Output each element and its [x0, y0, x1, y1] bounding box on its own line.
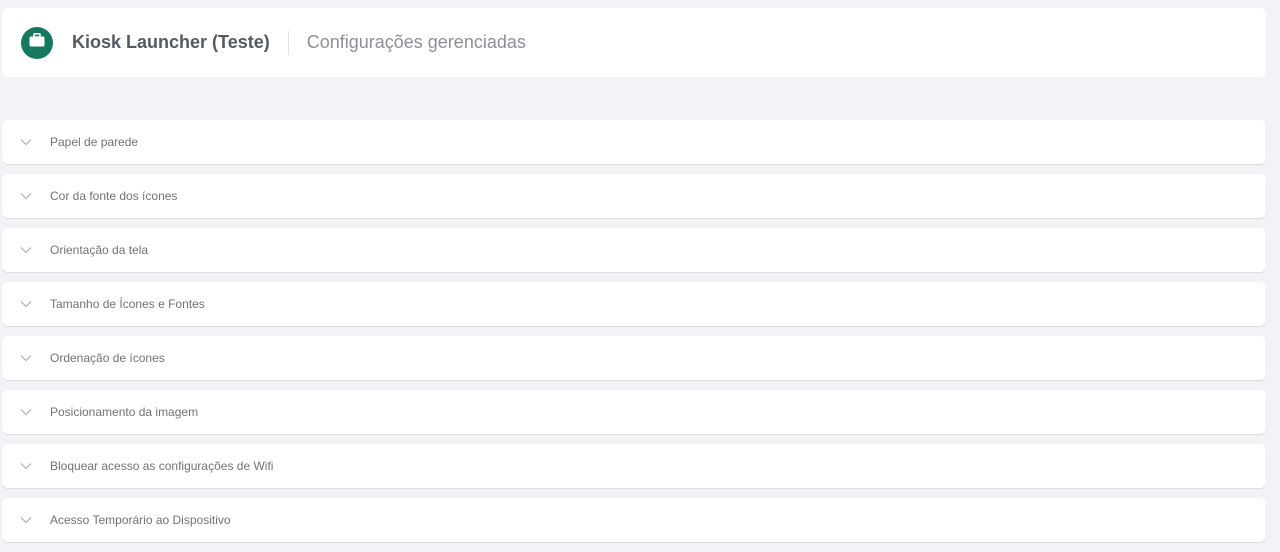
- chevron-down-icon: [19, 513, 33, 527]
- chevron-down-icon: [19, 405, 33, 419]
- accordion-item-ordenacao-icones[interactable]: Ordenação de ícones: [2, 336, 1266, 380]
- accordion-item-label: Papel de parede: [50, 135, 139, 149]
- accordion-item-label: Cor da fonte dos ícones: [50, 189, 178, 203]
- page-header: Kiosk Launcher (Teste) Configurações ger…: [2, 8, 1266, 77]
- accordion-item-orientacao-da-tela[interactable]: Orientação da tela: [2, 228, 1266, 272]
- briefcase-icon: [29, 33, 45, 52]
- chevron-down-icon: [19, 351, 33, 365]
- page-subtitle: Configurações gerenciadas: [306, 32, 526, 52]
- settings-accordion: Papel de parede Cor da fonte dos ícones …: [2, 120, 1266, 552]
- accordion-item-posicionamento-imagem[interactable]: Posicionamento da imagem: [2, 390, 1266, 434]
- app-title: Kiosk Launcher (Teste): [72, 32, 270, 52]
- chevron-down-icon: [19, 459, 33, 473]
- accordion-item-bloquear-wifi[interactable]: Bloquear acesso as configurações de Wifi: [2, 444, 1266, 488]
- accordion-item-papel-de-parede[interactable]: Papel de parede: [2, 120, 1266, 164]
- chevron-down-icon: [19, 135, 33, 149]
- accordion-item-label: Bloquear acesso as configurações de Wifi: [50, 459, 274, 473]
- chevron-down-icon: [19, 297, 33, 311]
- accordion-item-label: Ordenação de ícones: [50, 351, 165, 365]
- accordion-item-label: Posicionamento da imagem: [50, 405, 199, 419]
- app-icon: [21, 26, 53, 59]
- page: Kiosk Launcher (Teste) Configurações ger…: [0, 0, 1280, 552]
- header-divider: [287, 30, 289, 55]
- accordion-item-label: Tamanho de Ícones e Fontes: [50, 297, 205, 311]
- chevron-down-icon: [19, 189, 33, 203]
- accordion-item-tamanho-icones-fontes[interactable]: Tamanho de Ícones e Fontes: [2, 282, 1266, 326]
- accordion-item-label: Acesso Temporário ao Dispositivo: [50, 513, 231, 527]
- accordion-item-cor-da-fonte[interactable]: Cor da fonte dos ícones: [2, 174, 1266, 218]
- chevron-down-icon: [19, 243, 33, 257]
- accordion-item-acesso-temporario[interactable]: Acesso Temporário ao Dispositivo: [2, 498, 1266, 542]
- accordion-item-label: Orientação da tela: [50, 243, 149, 257]
